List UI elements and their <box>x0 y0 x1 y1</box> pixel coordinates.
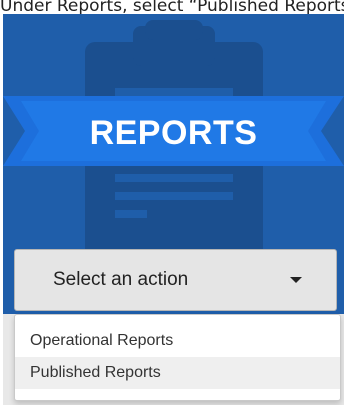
menu-item-published-reports[interactable]: Published Reports <box>15 357 340 389</box>
menu-item-operational-reports[interactable]: Operational Reports <box>15 325 340 357</box>
reports-page: Under Reports, select “Published Reports… <box>0 0 344 405</box>
select-action-label: Select an action <box>53 269 189 290</box>
caret-down-icon <box>290 277 302 283</box>
action-menu: Operational Reports Published Reports <box>14 314 341 401</box>
tile-title: REPORTS <box>89 114 258 152</box>
select-action-dropdown[interactable]: Select an action <box>14 249 337 311</box>
